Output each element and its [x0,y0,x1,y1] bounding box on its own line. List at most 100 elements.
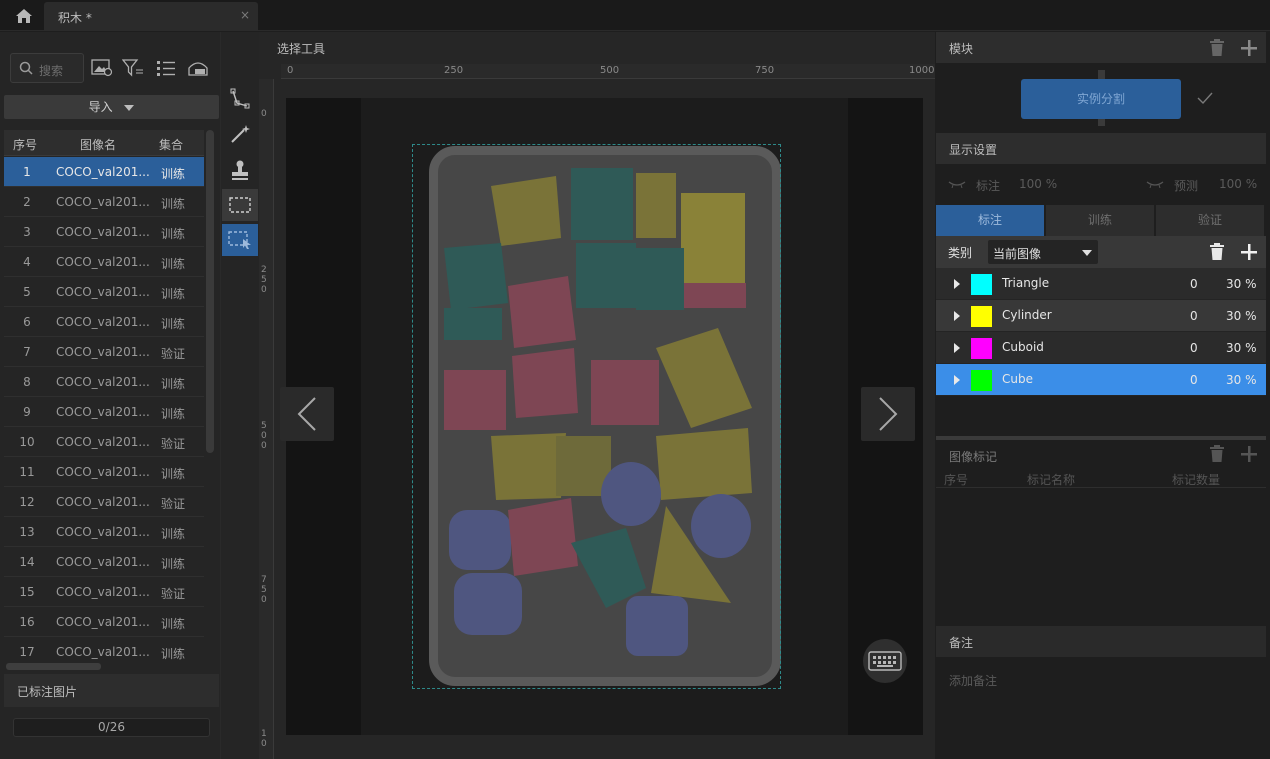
row-index: 13 [19,525,35,539]
rectangle-select-tool[interactable] [222,189,258,221]
expand-arrow-icon[interactable] [954,375,960,385]
home-button[interactable] [6,4,42,28]
chevron-down-icon [124,104,135,111]
table-row[interactable]: 17 COCO_val201... 训练 [4,637,204,662]
previous-image-button[interactable] [280,387,334,441]
eye-closed-icon[interactable] [1146,180,1164,188]
filter-icon [122,59,143,77]
filter-button[interactable] [120,55,146,81]
table-row[interactable]: 10 COCO_val201... 验证 [4,427,204,457]
next-image-button[interactable] [861,387,915,441]
tab-validate[interactable]: 验证 [1156,205,1264,236]
selection-box[interactable] [412,144,781,689]
table-row[interactable]: 15 COCO_val201... 验证 [4,577,204,607]
import-label: 导入 [88,100,113,114]
add-mark-button[interactable] [1238,444,1260,464]
category-list: Triangle 0 30 % Cylinder 0 30 % Cuboid 0 30 % Cub… [936,268,1266,396]
row-image-name: COCO_val201... [56,405,150,419]
add-category-button[interactable] [1238,242,1260,262]
image-gear-icon [91,59,113,77]
table-row[interactable]: 2 COCO_val201... 训练 [4,187,204,217]
category-color-swatch[interactable] [971,274,992,295]
display-label-pct[interactable]: 100 % [1019,177,1057,191]
category-scope-select[interactable]: 当前图像 [988,240,1098,264]
table-row[interactable]: 12 COCO_val201... 验证 [4,487,204,517]
table-row[interactable]: 13 COCO_val201... 训练 [4,517,204,547]
row-index: 14 [19,555,35,569]
vertical-scrollbar[interactable] [206,130,214,453]
category-opacity: 30 % [1226,309,1257,323]
chevron-right-icon [879,397,898,431]
tab-train[interactable]: 训练 [1046,205,1154,236]
table-row[interactable]: 5 COCO_val201... 训练 [4,277,204,307]
document-tab[interactable]: 积木 * × [44,2,258,31]
expand-arrow-icon[interactable] [954,343,960,353]
row-image-name: COCO_val201... [56,375,150,389]
tab-annotate[interactable]: 标注 [936,205,1044,236]
magic-wand-tool[interactable] [222,118,258,150]
row-image-name: COCO_val201... [56,495,150,509]
row-set: 训练 [161,227,186,241]
category-color-swatch[interactable] [971,338,992,359]
notes-input[interactable]: 添加备注 [936,657,1266,757]
image-canvas[interactable] [280,98,923,735]
table-row[interactable]: 4 COCO_val201... 训练 [4,247,204,277]
polygon-tool[interactable] [222,82,258,114]
expand-arrow-icon[interactable] [954,311,960,321]
row-set: 训练 [161,257,186,271]
camera-button[interactable] [185,55,211,81]
instance-segmentation-module[interactable]: 实例分割 [1021,79,1181,119]
list-view-button[interactable] [153,55,179,81]
row-set: 验证 [161,587,186,601]
category-row-cube[interactable]: Cube 0 30 % [936,364,1266,396]
row-image-name: COCO_val201... [56,345,150,359]
delete-category-button[interactable] [1206,242,1228,262]
column-name[interactable]: 图像名 [80,136,116,153]
category-row-cylinder[interactable]: Cylinder 0 30 % [936,300,1266,332]
table-row[interactable]: 3 COCO_val201... 训练 [4,217,204,247]
stamp-tool[interactable] [222,154,258,186]
row-set: 训练 [161,617,186,631]
category-row-triangle[interactable]: Triangle 0 30 % [936,268,1266,300]
category-name: Cube [1002,372,1033,386]
table-row[interactable]: 14 COCO_val201... 训练 [4,547,204,577]
keyboard-shortcuts-button[interactable] [863,639,907,683]
delete-mark-button[interactable] [1206,444,1228,464]
row-index: 9 [23,405,31,419]
column-index[interactable]: 序号 [13,136,37,153]
display-settings-row: 标注 100 % 预测 100 % [936,169,1266,199]
table-row[interactable]: 11 COCO_val201... 训练 [4,457,204,487]
category-row-cuboid[interactable]: Cuboid 0 30 % [936,332,1266,364]
row-set: 训练 [161,377,186,391]
eye-closed-icon[interactable] [948,180,966,188]
table-row[interactable]: 7 COCO_val201... 验证 [4,337,204,367]
module-title: 模块 [949,42,974,56]
image-settings-button[interactable] [89,55,115,81]
import-button[interactable]: 导入 [4,95,219,119]
delete-module-button[interactable] [1206,38,1228,58]
category-count: 0 [1190,341,1198,355]
column-set[interactable]: 集合 [159,136,183,153]
search-input[interactable]: 搜索 [10,53,84,83]
labeled-images-header: 已标注图片 [4,674,219,707]
ruler-tick: 0 [261,109,267,119]
select-tool[interactable] [222,224,258,256]
row-set: 训练 [161,407,186,421]
table-row[interactable]: 8 COCO_val201... 训练 [4,367,204,397]
add-module-button[interactable] [1238,38,1260,58]
horizontal-scrollbar[interactable] [6,663,101,670]
display-pred-pct[interactable]: 100 % [1219,177,1257,191]
table-row[interactable]: 1 COCO_val201... 训练 [4,157,204,187]
category-color-swatch[interactable] [971,306,992,327]
image-list-panel: 搜索 导入 序号 图像名 集合 1 COCO_val201... 训练 2 COCO_v… [0,32,220,759]
category-color-swatch[interactable] [971,370,992,391]
table-row[interactable]: 6 COCO_val201... 训练 [4,307,204,337]
expand-arrow-icon[interactable] [954,279,960,289]
row-set: 训练 [161,167,186,181]
row-index: 7 [23,345,31,359]
table-row[interactable]: 16 COCO_val201... 训练 [4,607,204,637]
close-tab-icon[interactable]: × [240,8,250,22]
category-name: Cuboid [1002,340,1044,354]
table-row[interactable]: 9 COCO_val201... 训练 [4,397,204,427]
row-image-name: COCO_val201... [56,555,150,569]
